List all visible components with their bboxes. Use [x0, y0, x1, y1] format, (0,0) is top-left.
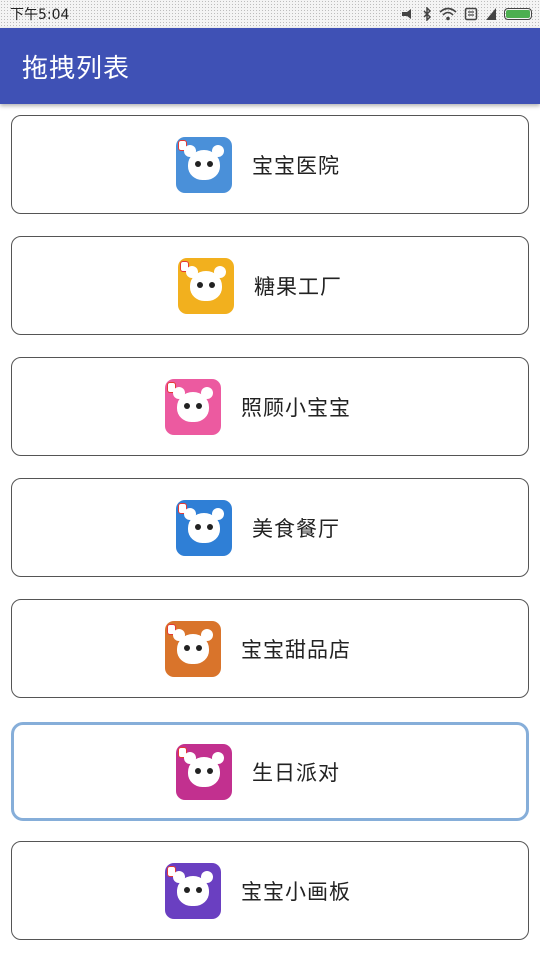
list-item[interactable]: 美食餐厅 [11, 478, 529, 577]
bluetooth-icon [423, 7, 432, 21]
birthday-party-app-icon [176, 743, 232, 800]
drawing-board-app-icon [165, 862, 221, 919]
wifi-icon [439, 7, 457, 21]
list-item-label: 糖果工厂 [254, 274, 342, 299]
baby-care-app-icon [165, 378, 221, 435]
battery-level [506, 10, 530, 18]
list-item[interactable]: 糖果工厂 [11, 236, 529, 335]
list-item-label: 宝宝甜品店 [241, 637, 351, 662]
signal-icon [486, 8, 496, 20]
status-icons [401, 7, 532, 21]
list-item-label: 生日派对 [252, 760, 340, 785]
list-item-label: 美食餐厅 [252, 516, 340, 541]
food-restaurant-app-icon [176, 499, 232, 556]
dessert-shop-app-icon [165, 620, 221, 677]
list-item[interactable]: 宝宝小画板 [11, 841, 529, 940]
sim-icon [464, 7, 478, 21]
silent-icon [402, 9, 411, 19]
candy-factory-app-icon [178, 257, 234, 314]
battery-icon [504, 8, 532, 20]
baby-hospital-app-icon [176, 136, 232, 193]
list-item-label: 宝宝小画板 [241, 879, 351, 904]
list-item[interactable]: 生日派对 [11, 722, 529, 821]
list-item[interactable]: 宝宝甜品店 [11, 599, 529, 698]
page-title: 拖拽列表 [22, 53, 131, 84]
list-item[interactable]: 照顾小宝宝 [11, 357, 529, 456]
app-bar: 拖拽列表 [0, 28, 540, 104]
list-item-label: 照顾小宝宝 [241, 395, 351, 420]
list-item[interactable]: 宝宝医院 [11, 115, 529, 214]
list-item-label: 宝宝医院 [252, 153, 340, 178]
status-time: 下午5:04 [10, 7, 70, 23]
status-bar: 下午5:04 [0, 0, 540, 28]
